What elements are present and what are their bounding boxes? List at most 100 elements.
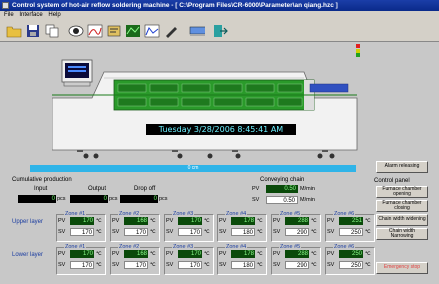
celsius-unit: ℃: [96, 229, 102, 235]
zone-sv-label: SV: [273, 229, 281, 235]
celsius-unit: ℃: [365, 251, 371, 257]
zone-sv-input[interactable]: 250: [339, 228, 363, 236]
yellow-light-icon: [356, 48, 360, 53]
zone-sv-label: SV: [112, 229, 120, 235]
toolbar: [0, 20, 439, 42]
celsius-unit: ℃: [96, 251, 102, 257]
menu-help[interactable]: Help: [48, 12, 60, 18]
zone-sv-input[interactable]: 290: [285, 261, 309, 269]
menu-bar: File Interface Help: [0, 11, 439, 20]
machine-icon[interactable]: [189, 23, 205, 39]
zone-sv-input[interactable]: 180: [231, 228, 255, 236]
temperature-icon[interactable]: [125, 23, 141, 39]
input-label: Input: [34, 186, 48, 192]
zone-pv-value: 178: [231, 217, 255, 225]
zone-pv-value: 178: [231, 250, 255, 258]
zone-pv-label: PV: [166, 251, 174, 257]
zone-pv-value: 251: [339, 217, 363, 225]
celsius-unit: ℃: [311, 218, 317, 224]
furnace-opening-button[interactable]: Furnace chamber opening: [376, 186, 428, 198]
conveyor-speed-bar: 0 cm: [30, 165, 356, 172]
zone-sv-label: SV: [112, 262, 120, 268]
save-icon[interactable]: [25, 23, 41, 39]
menu-file[interactable]: File: [4, 12, 14, 18]
app-icon: [2, 2, 9, 9]
dropoff-label: Drop off: [134, 186, 156, 192]
zone-sv-input[interactable]: 170: [124, 228, 148, 236]
zone-pv-label: PV: [273, 251, 281, 257]
zone-sv-label: SV: [166, 229, 174, 235]
zone-sv-input[interactable]: 290: [285, 228, 309, 236]
furnace-closing-button[interactable]: Furnace chamber closing: [376, 200, 428, 212]
zone-sv-input[interactable]: 170: [178, 228, 202, 236]
celsius-unit: ℃: [365, 218, 371, 224]
chain-title: Conveying chain: [260, 177, 305, 183]
zone-sv-label: SV: [327, 229, 335, 235]
copy-icon[interactable]: [44, 23, 60, 39]
celsius-unit: ℃: [257, 218, 263, 224]
open-folder-icon[interactable]: [6, 23, 22, 39]
tool-icon[interactable]: [163, 23, 179, 39]
exit-icon[interactable]: [212, 23, 228, 39]
zone-pv-label: PV: [112, 218, 120, 224]
celsius-unit: ℃: [150, 229, 156, 235]
zone-pv-value: 170: [178, 250, 202, 258]
reflow-machine-diagram: [52, 59, 358, 152]
celsius-unit: ℃: [96, 262, 102, 268]
celsius-unit: ℃: [311, 229, 317, 235]
zone-sv-label: SV: [58, 262, 66, 268]
title-bar: Control system of hot-air reflow solderi…: [0, 0, 439, 11]
zone-sv-input[interactable]: 170: [124, 261, 148, 269]
zone-sv-input[interactable]: 170: [178, 261, 202, 269]
celsius-unit: ℃: [204, 218, 210, 224]
celsius-unit: ℃: [257, 251, 263, 257]
alarm-releasing-button[interactable]: Alarm releasing: [376, 161, 428, 173]
parameter-icon[interactable]: [106, 23, 122, 39]
lower-layer-label: Lower layer: [12, 252, 44, 258]
zone-pv-label: PV: [327, 218, 335, 224]
chain-narrowing-button[interactable]: Chain width Narrowing: [376, 228, 428, 240]
emergency-stop-button[interactable]: Emergency stop: [376, 262, 428, 274]
zone-sv-label: SV: [166, 262, 174, 268]
zone-pv-value: 288: [285, 217, 309, 225]
celsius-unit: ℃: [96, 218, 102, 224]
profile-icon[interactable]: [144, 23, 160, 39]
zone-pv-label: PV: [219, 218, 227, 224]
monitor-eye-icon[interactable]: [68, 23, 84, 39]
celsius-unit: ℃: [204, 251, 210, 257]
date-time-display: Tuesday 3/28/2006 8:45:41 AM: [146, 124, 296, 135]
zone-pv-value: 168: [124, 217, 148, 225]
zone-pv-value: 170: [178, 217, 202, 225]
celsius-unit: ℃: [204, 229, 210, 235]
chain-widening-button[interactable]: Chain width widening: [376, 214, 428, 226]
machine-wheels: [80, 152, 350, 160]
zone-pv-label: PV: [58, 251, 66, 257]
zone-pv-label: PV: [112, 251, 120, 257]
zone-sv-input[interactable]: 250: [339, 261, 363, 269]
dropoff-unit: pcs: [159, 196, 168, 202]
zone-sv-label: SV: [219, 262, 227, 268]
zone-sv-label: SV: [273, 262, 281, 268]
zone-pv-label: PV: [327, 251, 335, 257]
curve-chart-icon[interactable]: [87, 23, 103, 39]
celsius-unit: ℃: [311, 251, 317, 257]
production-title: Cumulative production: [12, 177, 72, 183]
celsius-unit: ℃: [204, 262, 210, 268]
upper-layer-label: Upper layer: [12, 219, 44, 225]
zone-pv-label: PV: [58, 218, 66, 224]
chain-sv-input[interactable]: 0.50: [266, 196, 298, 204]
zone-sv-input[interactable]: 170: [70, 228, 94, 236]
output-count: 0: [70, 195, 108, 203]
zone-pv-value: 170: [70, 217, 94, 225]
zone-sv-input[interactable]: 170: [70, 261, 94, 269]
zone-pv-label: PV: [273, 218, 281, 224]
zone-sv-label: SV: [327, 262, 335, 268]
zone-pv-label: PV: [219, 251, 227, 257]
chain-pv-label: PV: [252, 186, 260, 192]
celsius-unit: ℃: [150, 262, 156, 268]
output-unit: pcs: [109, 196, 118, 202]
zone-sv-input[interactable]: 180: [231, 261, 255, 269]
control-panel-title: Control panel: [374, 178, 410, 184]
input-unit: pcs: [57, 196, 66, 202]
menu-interface[interactable]: Interface: [19, 12, 42, 18]
